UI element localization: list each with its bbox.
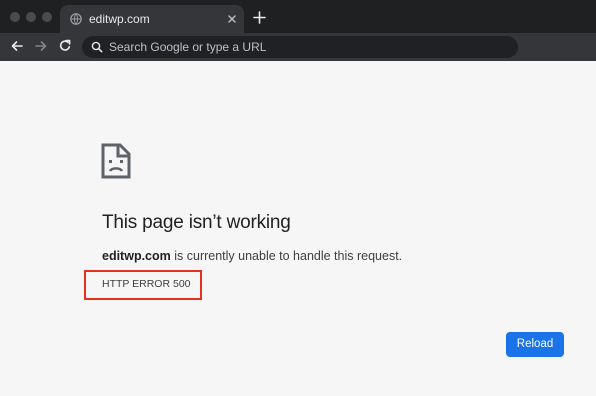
address-bar-placeholder: Search Google or type a URL	[109, 40, 267, 54]
tab-strip: editwp.com	[0, 0, 596, 33]
search-icon	[91, 41, 103, 53]
error-description: editwp.com is currently unable to handle…	[102, 249, 402, 263]
tab-title: editwp.com	[89, 12, 150, 26]
globe-icon	[70, 13, 82, 25]
error-description-text: is currently unable to handle this reque…	[170, 249, 403, 263]
error-title: This page isn’t working	[102, 212, 291, 233]
back-arrow-icon[interactable]	[10, 39, 24, 53]
new-tab-plus-icon[interactable]	[252, 10, 267, 25]
error-page: This page isn’t working editwp.com is cu…	[0, 61, 596, 396]
window-maximize-button[interactable]	[42, 12, 52, 22]
error-domain: editwp.com	[102, 249, 171, 263]
sad-page-icon	[101, 143, 131, 179]
window-minimize-button[interactable]	[26, 12, 36, 22]
forward-arrow-icon[interactable]	[34, 39, 48, 53]
window-close-button[interactable]	[10, 12, 20, 22]
error-code: HTTP ERROR 500	[102, 278, 191, 290]
address-bar[interactable]: Search Google or type a URL	[82, 36, 518, 58]
reload-icon[interactable]	[58, 39, 72, 53]
tab-active[interactable]: editwp.com	[60, 5, 244, 33]
reload-button[interactable]: Reload	[506, 332, 564, 357]
browser-toolbar: Search Google or type a URL	[0, 33, 596, 61]
close-icon[interactable]	[226, 13, 238, 25]
